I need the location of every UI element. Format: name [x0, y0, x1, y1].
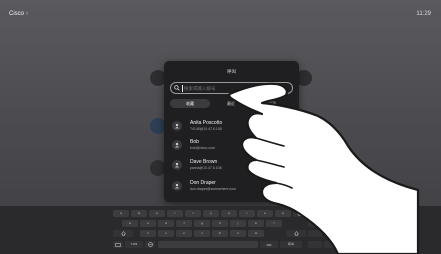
space-key[interactable] [158, 241, 258, 248]
contact-address: 74145@10.47.6.108 [190, 127, 222, 131]
on-screen-keyboard: q w e r t y u i o p a s d f g h j k l z … [0, 206, 441, 254]
numpad-key[interactable] [308, 230, 322, 237]
text-cursor [182, 85, 183, 92]
tab-bar: 收藏 最近 目录 [170, 99, 293, 108]
hyphen-key[interactable] [260, 241, 278, 248]
key-j[interactable]: j [230, 220, 246, 227]
contact-address: bob@cisco.com [190, 146, 215, 150]
call-key[interactable]: 呼叫 [280, 241, 302, 248]
key-v[interactable]: v [194, 230, 210, 237]
panel-title: 呼叫 [227, 69, 236, 74]
contact-row[interactable]: Anita Poscotto 74145@10.47.6.108 [170, 117, 295, 135]
keyboard-hide-key[interactable] [113, 241, 123, 248]
numpad-key[interactable] [324, 220, 338, 227]
key-t[interactable]: t [185, 210, 201, 217]
contact-address: don.draper@somewhere.com [190, 187, 237, 191]
avatar [172, 160, 182, 170]
backspace-key[interactable] [293, 210, 309, 217]
globe-key[interactable] [145, 241, 155, 248]
key-o[interactable]: o [257, 210, 273, 217]
clock: 11:29 [416, 11, 431, 17]
key-c[interactable]: c [176, 230, 192, 237]
backspace-icon [297, 211, 305, 216]
avatar [172, 140, 182, 150]
search-input[interactable] [184, 84, 284, 92]
shift-key[interactable] [113, 230, 133, 237]
contact-row[interactable]: Bob bob@cisco.com [170, 136, 295, 154]
key-y[interactable]: y [203, 210, 219, 217]
key-q[interactable]: q [113, 210, 129, 217]
key-f[interactable]: f [176, 220, 192, 227]
key-i[interactable]: i [239, 210, 255, 217]
key-g[interactable]: g [194, 220, 210, 227]
contact-row[interactable]: Don Draper don.draper@somewhere.com [170, 177, 295, 195]
key-m[interactable]: m [248, 230, 264, 237]
key-w[interactable]: w [131, 210, 147, 217]
search-field[interactable] [170, 82, 293, 94]
key-a[interactable]: a [122, 220, 138, 227]
search-icon [174, 85, 180, 91]
contact-address: yanna@10.47.6.108 [190, 166, 222, 170]
chevron-right-icon: › [26, 11, 29, 17]
avatar [172, 181, 182, 191]
key-s[interactable]: s [140, 220, 156, 227]
numpad-key[interactable] [308, 220, 322, 227]
contact-name: Anita Poscotto [190, 120, 223, 126]
key-u[interactable]: u [221, 210, 237, 217]
key-e[interactable]: e [149, 210, 165, 217]
numpad-key[interactable] [324, 241, 338, 248]
person-icon [174, 183, 180, 189]
dash-icon [266, 244, 272, 245]
avatar [172, 121, 182, 131]
brand-label: Cisco [9, 11, 25, 17]
key-r[interactable]: r [167, 210, 183, 217]
key-z[interactable]: z [140, 230, 156, 237]
key-d[interactable]: d [158, 220, 174, 227]
person-icon [174, 162, 180, 168]
contact-name: Don Draper [190, 180, 216, 186]
symbols-key[interactable]: ?123 [125, 241, 143, 248]
key-b[interactable]: b [212, 230, 228, 237]
tab-directory[interactable]: 目录 [252, 99, 292, 108]
numpad-key[interactable] [308, 210, 322, 217]
numpad-key[interactable] [324, 230, 338, 237]
contact-row[interactable]: Dave Brown yanna@10.47.6.108 [170, 156, 295, 174]
key-n[interactable]: n [230, 230, 246, 237]
numpad-key[interactable] [324, 210, 338, 217]
keyboard-icon [115, 242, 121, 247]
globe-icon [147, 242, 153, 247]
shift-key[interactable] [286, 230, 306, 237]
key-p[interactable]: p [275, 210, 291, 217]
person-icon [174, 123, 180, 129]
call-panel: 呼叫 收藏 最近 目录 Anita Poscotto 74145@10.47.6… [164, 61, 299, 202]
tab-favorites[interactable]: 收藏 [170, 99, 210, 108]
key-k[interactable]: k [248, 220, 264, 227]
tab-recents[interactable]: 最近 [212, 99, 250, 108]
key-x[interactable]: x [158, 230, 174, 237]
brand-title[interactable]: Cisco › [9, 11, 28, 17]
person-icon [174, 142, 180, 148]
key-h[interactable]: h [212, 220, 228, 227]
key-l[interactable]: l [266, 220, 282, 227]
numpad-key[interactable] [308, 241, 322, 248]
shift-icon [293, 231, 299, 236]
top-bar: Cisco › 11:29 [0, 0, 441, 28]
contact-name: Bob [190, 139, 199, 145]
contact-name: Dave Brown [190, 159, 218, 165]
shift-icon [120, 231, 126, 236]
